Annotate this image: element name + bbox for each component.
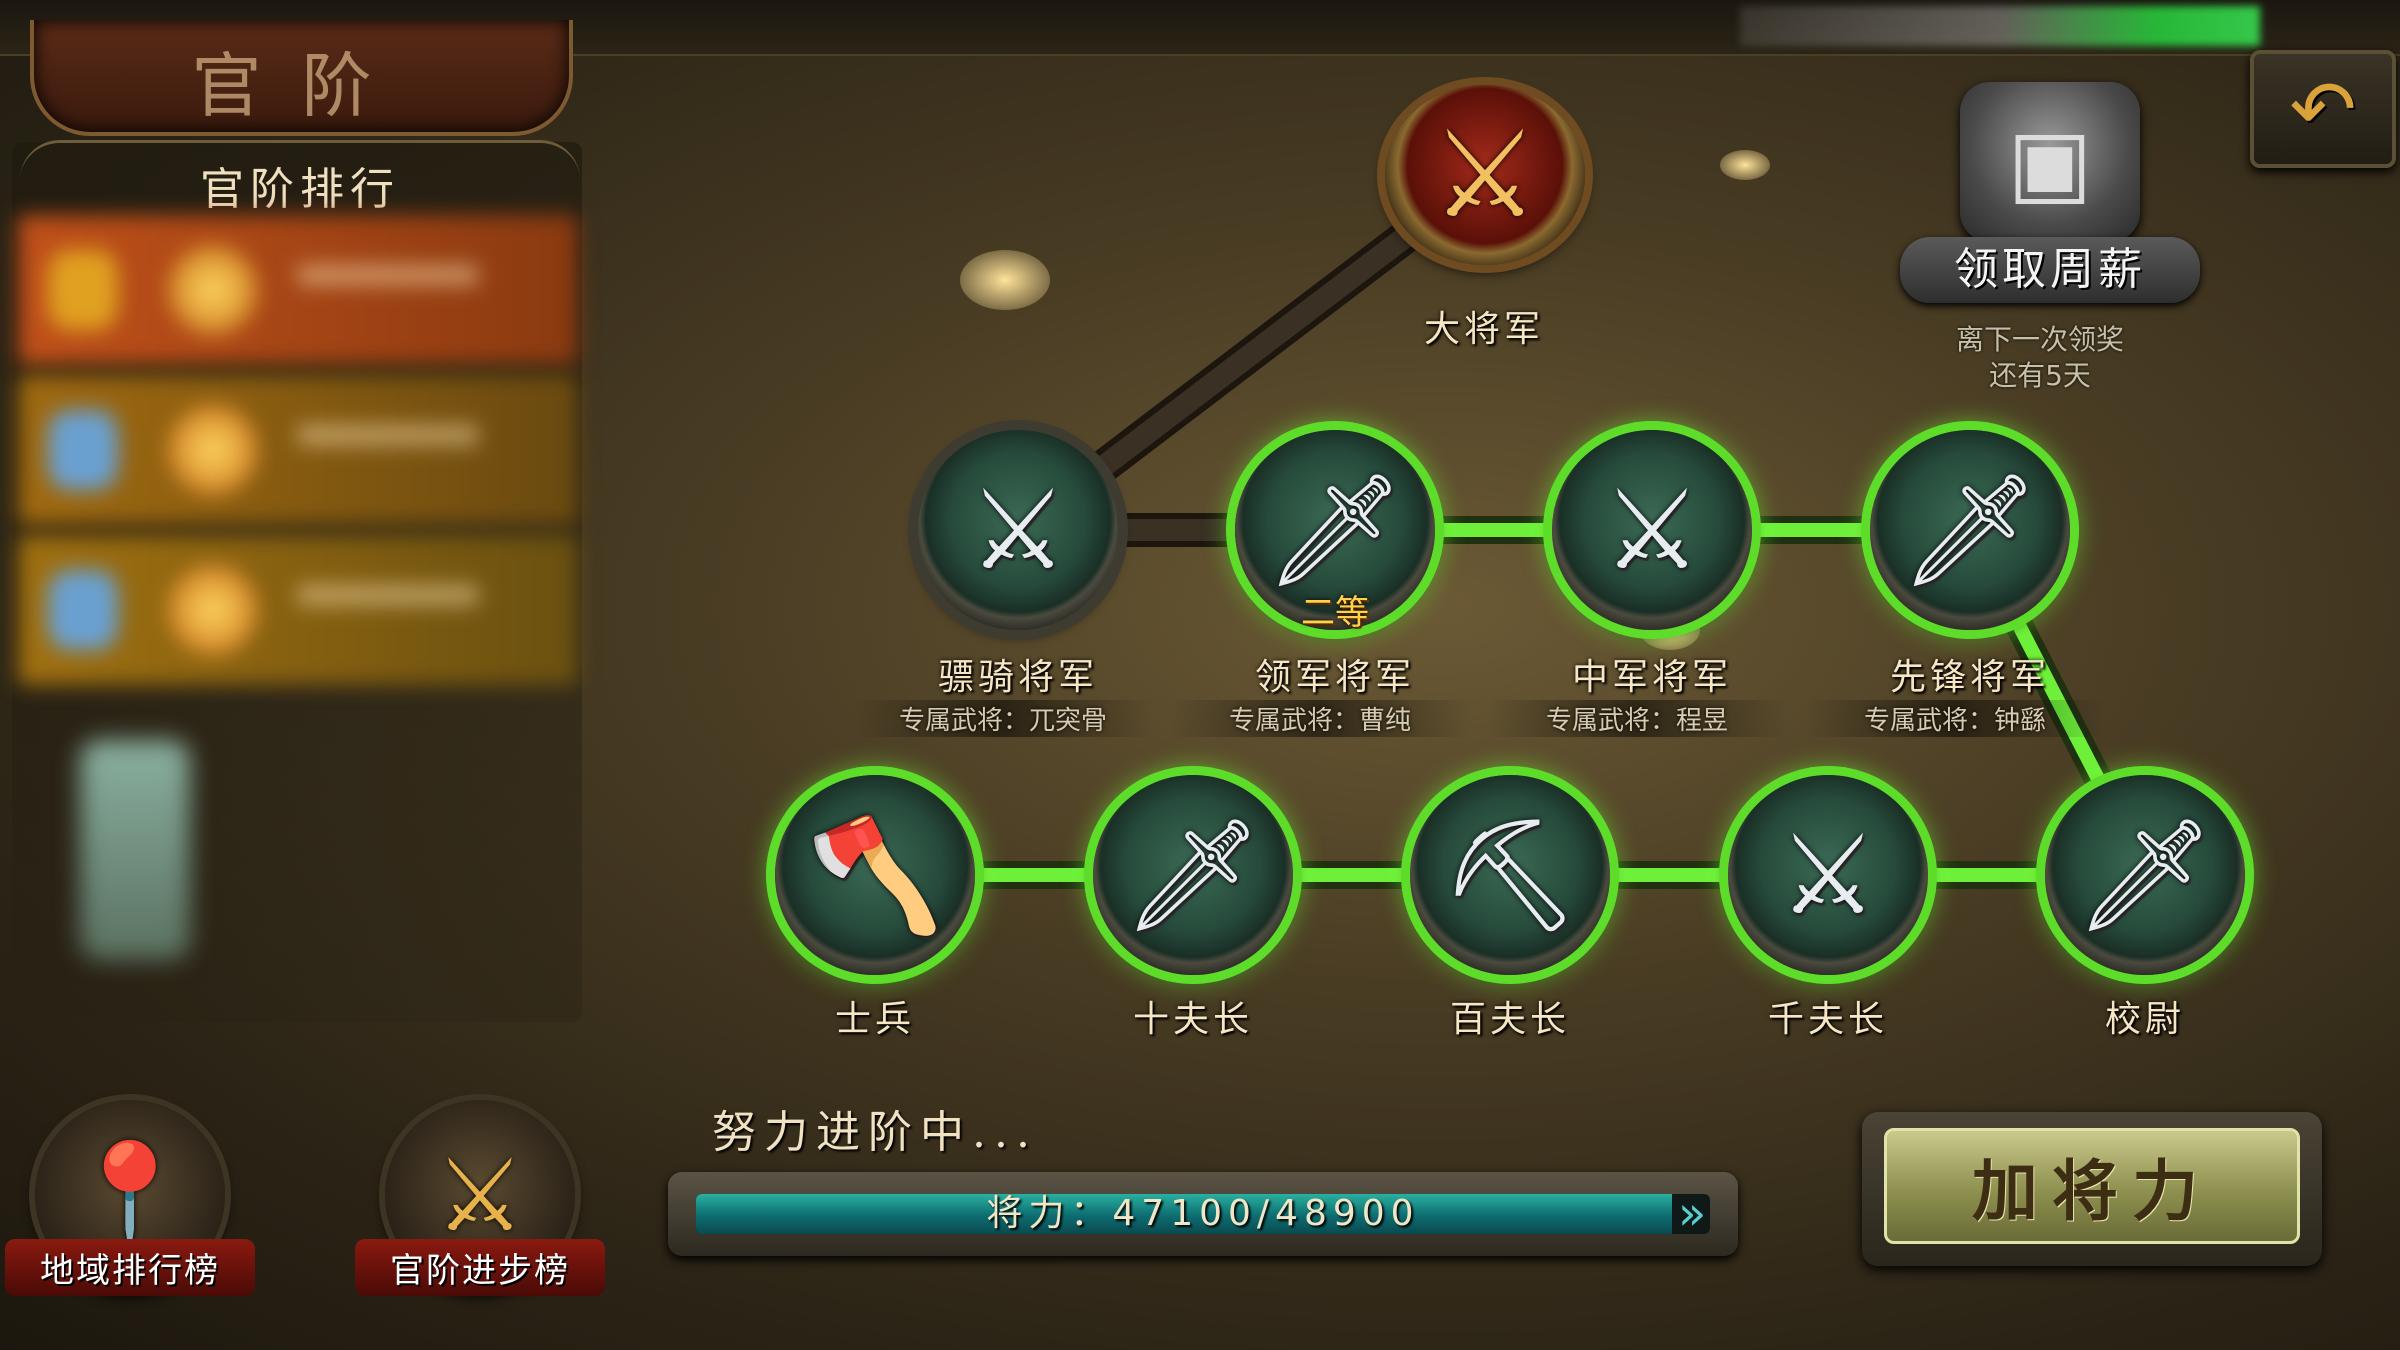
rank-label: 十夫长 xyxy=(1132,999,1253,1040)
countdown-line: 离下一次领奖 xyxy=(1955,323,2124,356)
glaive-icon: 🗡 xyxy=(2075,810,2215,939)
grand-general-node[interactable]: ⚔ xyxy=(1365,60,1605,290)
crossed-swords-icon: ⚔ xyxy=(1602,466,1702,594)
progress-track: 将力：47100/48900 xyxy=(696,1194,1710,1234)
grand-general-label: 大将军 xyxy=(1423,309,1544,350)
general-label: 骠骑将军 xyxy=(937,657,1098,698)
countdown-line: 还有5天 xyxy=(1989,359,2091,392)
general-subtitle: 专属武将：钟繇 xyxy=(1805,700,2105,737)
weekly-salary-chest[interactable]: ▣ 领取周薪 xyxy=(1900,82,2200,312)
crossed-axes-icon: ⚔ xyxy=(1431,105,1539,245)
progress-rank-label: 官阶进步榜 xyxy=(355,1239,605,1296)
add-power-button[interactable]: 加将力 xyxy=(1862,1112,2322,1266)
dagger-icon: 🗡 xyxy=(1123,810,1263,939)
general-label: 领军将军 xyxy=(1254,657,1415,698)
weekly-salary-label: 领取周薪 xyxy=(1900,237,2200,303)
region-rank-button[interactable]: 📍 地域排行榜 xyxy=(5,1100,255,1296)
region-rank-label: 地域排行榜 xyxy=(5,1239,255,1296)
power-progress-bar: 将力：47100/48900 » xyxy=(668,1172,1738,1256)
grade-badge: 二等 xyxy=(1301,593,1369,633)
rank-node-baifuzhang[interactable]: ⛏ xyxy=(1410,775,1610,975)
rank-node-shifuzhang[interactable]: 🗡 xyxy=(1093,775,1293,975)
axe-icon: 🪓 xyxy=(806,810,944,939)
progress-arrow-icon: » xyxy=(1678,1186,1707,1240)
general-node-xianfeng[interactable]: 🗡 xyxy=(1870,430,2070,630)
salary-countdown: 离下一次领奖 还有5天 xyxy=(1890,322,2190,394)
progress-label: 将力：47100/48900 xyxy=(986,1194,1420,1234)
rank-node-soldier[interactable]: 🪓 xyxy=(775,775,975,975)
general-subtitle: 专属武将：兀突骨 xyxy=(853,700,1153,737)
general-subtitle: 专属武将：曹纯 xyxy=(1170,700,1470,737)
progress-rank-button[interactable]: ⚔ 官阶进步榜 xyxy=(355,1100,605,1296)
progress-status: 努力进阶中... xyxy=(712,1107,1038,1158)
rank-node-xiaowei[interactable]: 🗡 xyxy=(2045,775,2245,975)
back-button[interactable]: ↶ xyxy=(2250,50,2396,168)
general-label: 先锋将军 xyxy=(1889,657,2050,698)
rank-node-qianfuzhang[interactable]: ⚔ xyxy=(1728,775,1928,975)
general-label: 中军将军 xyxy=(1571,657,1732,698)
halberd-icon: ⛏ xyxy=(1440,810,1580,939)
add-power-label: 加将力 xyxy=(1884,1128,2300,1244)
return-arrow-icon: ↶ xyxy=(2289,62,2357,156)
general-subtitle: 专属武将：程昱 xyxy=(1487,700,1787,737)
rank-label: 百夫长 xyxy=(1449,999,1570,1040)
general-node-piaoqi[interactable]: ⚔ xyxy=(918,430,1118,630)
rank-label: 千夫长 xyxy=(1767,999,1888,1040)
rank-label: 士兵 xyxy=(834,999,915,1040)
crossed-swords-icon: ⚔ xyxy=(968,466,1068,594)
sabre-icon: ⚔ xyxy=(1778,811,1878,939)
chest-icon: ▣ xyxy=(2007,109,2093,215)
general-node-zhongjun[interactable]: ⚔ xyxy=(1552,430,1752,630)
rank-label: 校尉 xyxy=(2104,999,2185,1040)
sword-icon: 🗡 xyxy=(1900,465,2040,594)
chest-box: ▣ xyxy=(1960,82,2140,242)
